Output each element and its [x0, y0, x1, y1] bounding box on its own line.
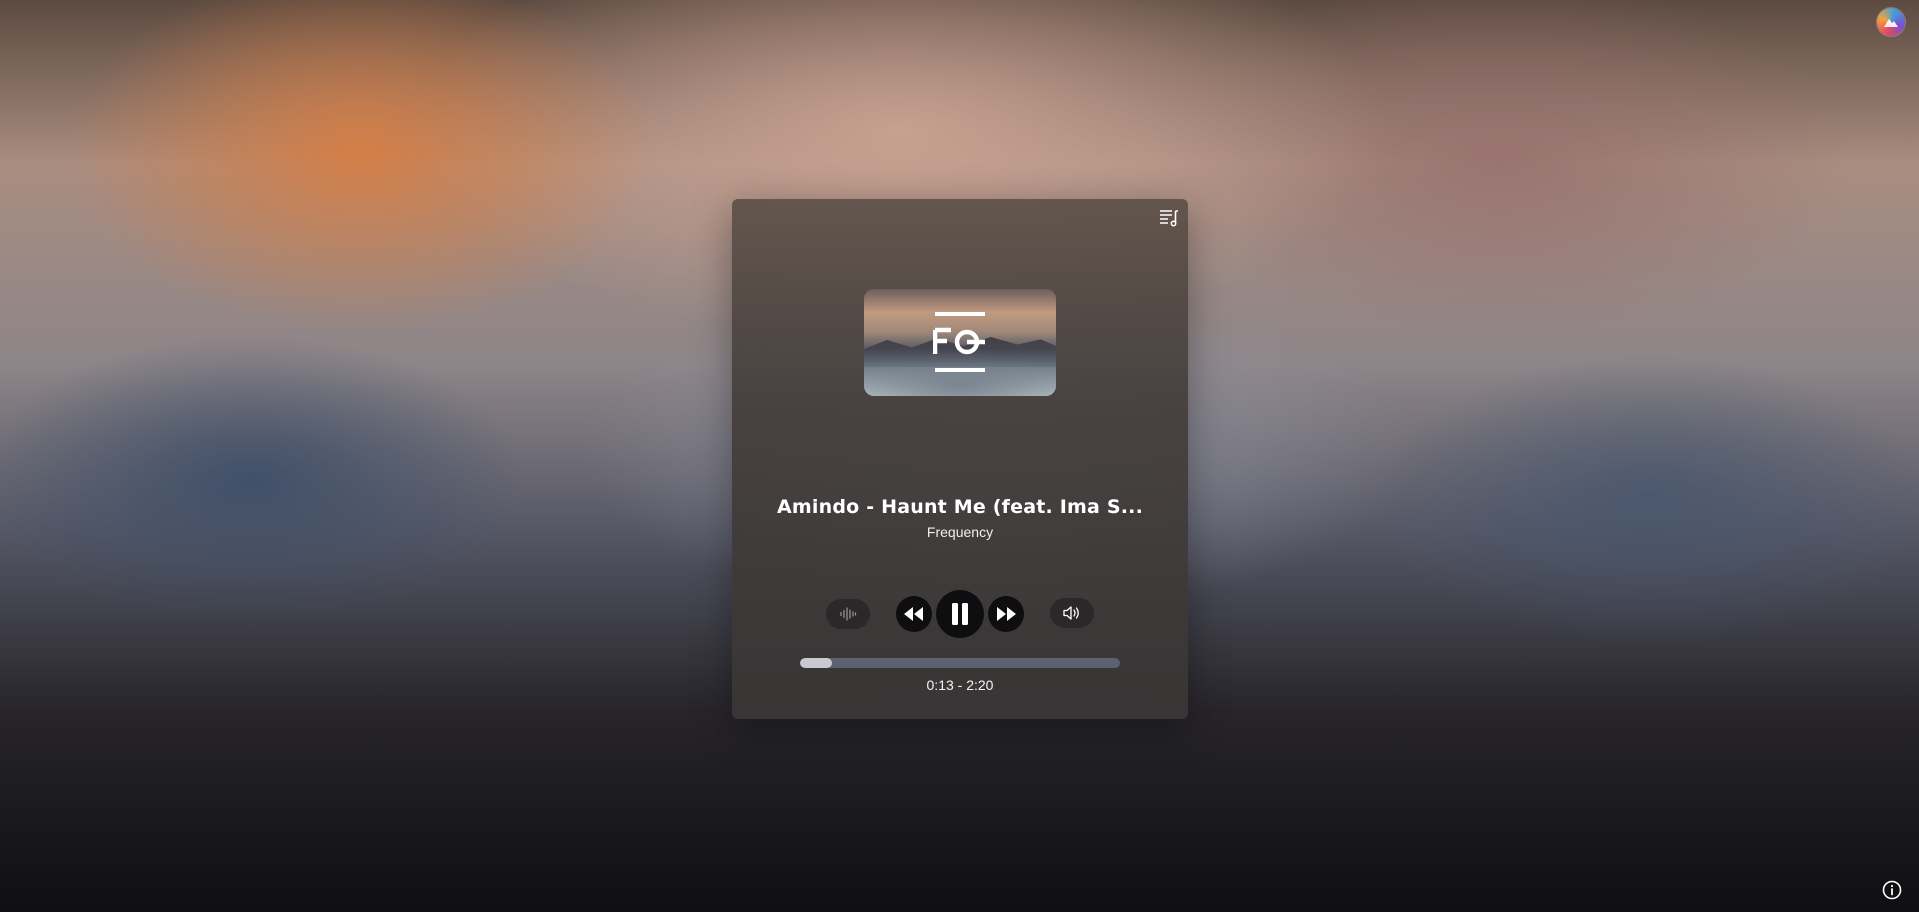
info-button[interactable]	[1881, 879, 1903, 901]
pause-icon	[952, 603, 968, 625]
fast-forward-button[interactable]	[988, 596, 1024, 632]
queue-button[interactable]	[1158, 207, 1180, 229]
rewind-icon	[904, 607, 923, 621]
mountain-icon	[1884, 19, 1898, 27]
user-avatar[interactable]	[1877, 8, 1905, 36]
current-time: 0:13	[926, 677, 954, 693]
album-cover	[864, 289, 1056, 396]
play-pause-button[interactable]	[936, 590, 984, 638]
cover-logo	[933, 312, 985, 372]
total-time: 2:20	[966, 677, 994, 693]
fast-forward-icon	[997, 607, 1016, 621]
rewind-button[interactable]	[896, 596, 932, 632]
player-card: Amindo - Haunt Me (feat. Ima S... Freque…	[732, 199, 1188, 719]
track-title: Amindo - Haunt Me (feat. Ima S...	[776, 496, 1143, 518]
progress-fill	[800, 658, 832, 668]
track-artist: Frequency	[926, 524, 994, 540]
waveform-icon	[840, 607, 857, 621]
progress-bar[interactable]	[800, 658, 1120, 668]
time-display: 0:13 - 2:20	[732, 677, 1188, 693]
playlist-icon	[1160, 210, 1178, 227]
visualizer-button[interactable]	[826, 599, 870, 629]
info-icon	[1882, 880, 1902, 900]
time-separator: -	[953, 677, 967, 693]
volume-icon	[1063, 606, 1079, 620]
volume-button[interactable]	[1050, 598, 1094, 628]
